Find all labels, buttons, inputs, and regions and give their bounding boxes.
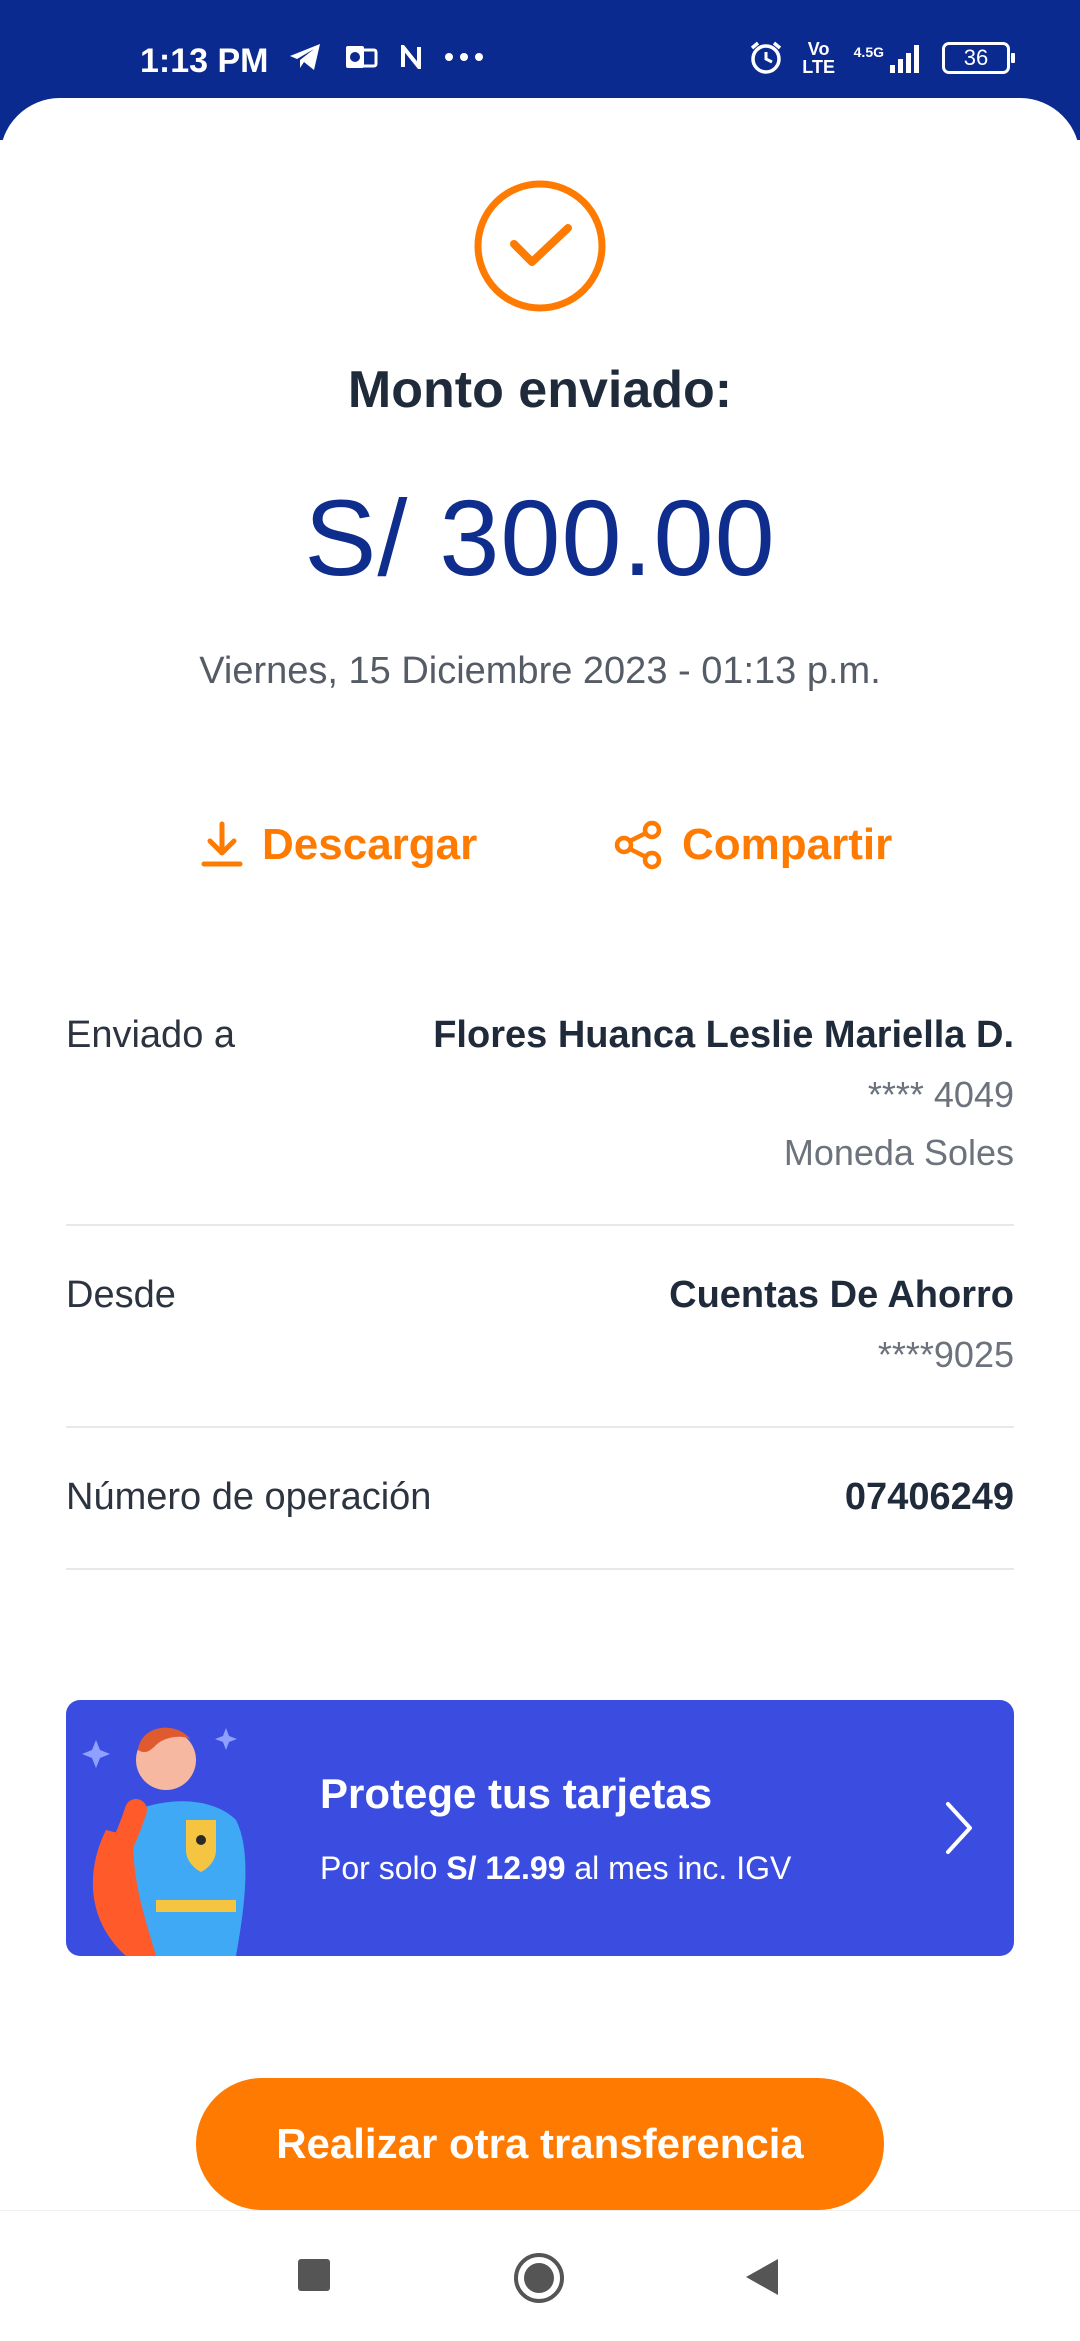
n-icon — [401, 45, 421, 69]
receipt-sheet: Monto enviado: S/ 300.00 Viernes, 15 Dic… — [0, 98, 1080, 2340]
promo-banner[interactable]: Protege tus tarjetas Por solo S/ 12.99 a… — [66, 1700, 1014, 1956]
operation-label: Número de operación — [66, 1476, 432, 1518]
promo-subtitle-prefix: Por solo — [320, 1850, 447, 1886]
from-label: Desde — [66, 1274, 176, 1316]
promo-subtitle: Por solo S/ 12.99 al mes inc. IGV — [320, 1850, 791, 1887]
status-system-icons: Vo LTE 4.5G 36 — [748, 39, 1015, 77]
recipient-account: **** 4049 — [867, 1074, 1014, 1115]
promo-title: Protege tus tarjetas — [320, 1770, 713, 1817]
status-notification-icons — [288, 42, 484, 72]
system-nav-bar — [0, 2210, 1080, 2341]
sent-to-label: Enviado a — [66, 1014, 236, 1056]
download-icon — [201, 821, 243, 867]
recipient-currency: Moneda Soles — [783, 1132, 1014, 1173]
operation-number: 07406249 — [844, 1476, 1014, 1518]
chevron-right-icon — [946, 1802, 972, 1854]
network-label: 4.5G — [853, 44, 884, 60]
promo-price: S/ 12.99 — [446, 1850, 566, 1886]
amount-sent: S/ 300.00 — [304, 477, 776, 598]
home-button[interactable] — [512, 2251, 566, 2305]
divider — [66, 1426, 1014, 1428]
more-dots-icon — [445, 53, 483, 61]
recent-apps-button[interactable] — [298, 2259, 330, 2291]
share-button[interactable]: Compartir — [612, 820, 892, 870]
battery-indicator: 36 — [942, 42, 1015, 74]
source-account-type: Cuentas De Ahorro — [669, 1274, 1014, 1316]
divider — [66, 1224, 1014, 1226]
promo-subtitle-suffix: al mes inc. IGV — [565, 1850, 792, 1886]
back-button[interactable] — [742, 2255, 782, 2299]
share-label: Compartir — [682, 820, 893, 869]
download-label: Descargar — [262, 820, 478, 869]
divider — [66, 1568, 1014, 1570]
recipient-name: Flores Huanca Leslie Mariella D. — [433, 1014, 1014, 1056]
superhero-illustration — [82, 1727, 246, 1956]
signal-block: 4.5G — [854, 43, 924, 73]
new-transfer-button[interactable]: Realizar otra transferencia — [196, 2078, 884, 2210]
outlook-icon — [346, 46, 378, 68]
transaction-date: Viernes, 15 Diciembre 2023 - 01:13 p.m. — [199, 650, 881, 692]
volte-label: Vo LTE — [802, 39, 835, 77]
status-time: 1:13 PM — [140, 42, 269, 80]
signal-icon — [890, 45, 919, 73]
telegram-icon — [290, 44, 320, 70]
receipt-title: Monto enviado: — [347, 361, 733, 419]
success-check-icon — [474, 180, 606, 312]
source-account-number: ****9025 — [877, 1334, 1014, 1375]
download-button[interactable]: Descargar — [200, 820, 477, 870]
share-icon — [614, 820, 662, 870]
alarm-icon — [750, 41, 781, 74]
